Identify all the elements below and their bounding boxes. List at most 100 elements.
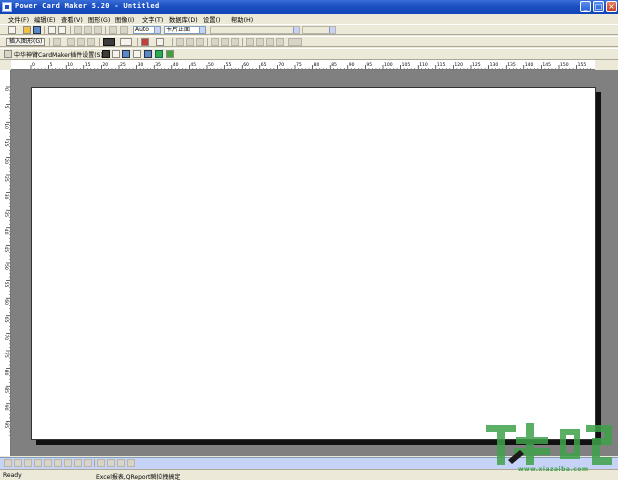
- underline-icon[interactable]: [196, 38, 204, 46]
- ruler-label: 155: [578, 62, 587, 68]
- bring-front-icon[interactable]: [4, 459, 12, 467]
- menu-text[interactable]: 文字(T): [142, 15, 163, 24]
- ruler-label: 65: [261, 62, 267, 68]
- line-color-icon[interactable]: [87, 38, 95, 46]
- menu-help[interactable]: 帮助(H): [231, 15, 253, 24]
- zoom-select[interactable]: Auto: [133, 26, 161, 34]
- draw-line-icon[interactable]: [67, 38, 75, 46]
- ruler-label: 5: [50, 62, 53, 68]
- insert-shape-button[interactable]: 插入图形(G): [6, 38, 46, 46]
- bold-icon[interactable]: [176, 38, 184, 46]
- plugin-settings-label[interactable]: 中华神臂CardMaker插件设置(S): [14, 50, 103, 59]
- database-icon[interactable]: [102, 50, 110, 58]
- italic-icon[interactable]: [186, 38, 194, 46]
- maximize-button[interactable]: □: [593, 1, 604, 12]
- justify-icon[interactable]: [276, 38, 284, 46]
- font-name-select[interactable]: [210, 26, 300, 34]
- ruler-label: 50: [3, 264, 9, 270]
- print-icon[interactable]: [48, 26, 56, 34]
- card-canvas[interactable]: [31, 87, 596, 440]
- picture-icon[interactable]: [141, 38, 149, 46]
- align-bottom-icon[interactable]: [64, 459, 72, 467]
- chevron-down-icon: [293, 27, 299, 33]
- align-top-icon[interactable]: [44, 459, 52, 467]
- ruler-label: 60: [3, 299, 9, 305]
- undo-icon[interactable]: [109, 26, 117, 34]
- ruler-label: 95: [3, 422, 9, 428]
- standard-toolbar: Auto 卡片正面: [0, 24, 618, 35]
- fill-color-icon[interactable]: [77, 38, 85, 46]
- rotate-icon[interactable]: [211, 38, 219, 46]
- table-icon[interactable]: [112, 50, 120, 58]
- save-icon[interactable]: [33, 26, 41, 34]
- send-back-icon[interactable]: [14, 459, 22, 467]
- same-height-icon[interactable]: [127, 459, 135, 467]
- ruler-label: 75: [3, 352, 9, 358]
- ruler-label: 70: [3, 334, 9, 340]
- open-folder-icon[interactable]: [23, 26, 31, 34]
- ruler-label: 60: [243, 62, 249, 68]
- redo-icon[interactable]: [120, 26, 128, 34]
- record-icon[interactable]: [122, 50, 130, 58]
- distribute-v-icon[interactable]: [84, 459, 92, 467]
- lock-icon[interactable]: [97, 459, 105, 467]
- print-preview-icon[interactable]: [58, 26, 66, 34]
- format-toolbar: 插入图形(G): [0, 36, 618, 47]
- ruler-label: 45: [190, 62, 196, 68]
- plugin-toolbar: 中华神臂CardMaker插件设置(S): [0, 48, 618, 60]
- ruler-label: 30: [3, 194, 9, 200]
- cut-icon[interactable]: [74, 26, 82, 34]
- align-middle-icon[interactable]: [54, 459, 62, 467]
- copy-icon[interactable]: [84, 26, 92, 34]
- align-center-icon[interactable]: [256, 38, 264, 46]
- menu-database[interactable]: 数据库(D): [169, 15, 198, 24]
- line-width-icon[interactable]: [103, 38, 115, 46]
- minimize-button[interactable]: _: [580, 1, 591, 12]
- new-file-icon[interactable]: [8, 26, 16, 34]
- menu-edit[interactable]: 编辑(E): [34, 15, 56, 24]
- menu-view[interactable]: 查看(V): [61, 15, 83, 24]
- ruler-label: 115: [437, 62, 446, 68]
- same-width-icon[interactable]: [117, 459, 125, 467]
- ruler-label: 150: [560, 62, 569, 68]
- ruler-label: 0: [3, 88, 9, 91]
- ruler-label: 85: [3, 387, 9, 393]
- menu-settings[interactable]: 设置(): [203, 15, 221, 24]
- ruler-label: 25: [120, 62, 126, 68]
- flip-icon[interactable]: [221, 38, 229, 46]
- ruler-label: 110: [419, 62, 428, 68]
- watermark-text: www.xiazaiba.com: [518, 466, 589, 473]
- ruler-label: 80: [314, 62, 320, 68]
- align-right-icon[interactable]: [266, 38, 274, 46]
- pointer-icon[interactable]: [53, 38, 61, 46]
- export-icon[interactable]: [166, 50, 174, 58]
- menu-image[interactable]: 图像(I): [115, 15, 134, 24]
- distribute-h-icon[interactable]: [74, 459, 82, 467]
- menu-file[interactable]: 文件(F): [8, 15, 29, 24]
- ungroup-icon[interactable]: [34, 459, 42, 467]
- group-icon[interactable]: [24, 459, 32, 467]
- paste-icon[interactable]: [94, 26, 102, 34]
- report-icon[interactable]: [144, 50, 152, 58]
- text-color-icon[interactable]: [288, 38, 302, 46]
- menu-shape[interactable]: 图形(G): [88, 15, 110, 24]
- card-side-select[interactable]: 卡片正面: [164, 26, 206, 34]
- ruler-label: 0: [32, 62, 35, 68]
- ruler-label: 5: [3, 106, 9, 109]
- ruler-label: 15: [85, 62, 91, 68]
- app-icon[interactable]: [2, 2, 12, 12]
- barcode-icon[interactable]: [156, 38, 164, 46]
- query-icon[interactable]: [133, 50, 141, 58]
- excel-icon[interactable]: [155, 50, 163, 58]
- mirror-icon[interactable]: [231, 38, 239, 46]
- unlock-icon[interactable]: [107, 459, 115, 467]
- align-left-icon[interactable]: [246, 38, 254, 46]
- close-button[interactable]: ×: [606, 1, 617, 12]
- font-size-select[interactable]: [302, 26, 336, 34]
- ruler-label: 75: [296, 62, 302, 68]
- vertical-ruler: 0 5 10 15 20 25 30 35 40 45 50 55 60 65 70 75 80 85 90 95: [0, 70, 11, 456]
- line-style-icon[interactable]: [120, 38, 132, 46]
- ruler-label: 10: [67, 62, 73, 68]
- title-bar[interactable]: Power Card Maker 5.20 - Untitled _ □ ×: [0, 0, 618, 14]
- menu-bar: 文件(F) 编辑(E) 查看(V) 图形(G) 图像(I) 文字(T) 数据库(…: [0, 14, 618, 24]
